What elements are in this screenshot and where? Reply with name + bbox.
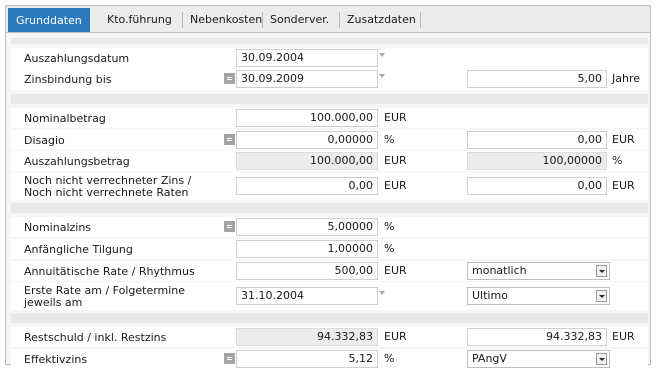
- tab-divider: [420, 12, 421, 28]
- label-noch-nicht-line2: Noch nicht verrechnete Raten: [24, 186, 189, 199]
- row-erste-rate: Erste Rate am / Folgetermine jeweils am …: [11, 282, 648, 310]
- label-tilgung: Anfängliche Tilgung: [24, 243, 133, 256]
- row-zinsbindung: Zinsbindung bis 30.09.2009 5,00 Jahre: [11, 68, 648, 90]
- zinsbindung-years-field[interactable]: 5,00: [467, 70, 607, 88]
- unit-eur: EUR: [612, 330, 635, 343]
- annuitaet-field[interactable]: 500,00: [236, 262, 378, 280]
- tab-zusatzdaten[interactable]: Zusatzdaten: [347, 9, 416, 31]
- unit-eur: EUR: [612, 179, 635, 192]
- label-nominalzins: Nominalzins: [24, 221, 92, 234]
- unit-eur: EUR: [612, 133, 635, 146]
- label-auszahlungsdatum: Auszahlungsdatum: [24, 52, 130, 65]
- calc-icon[interactable]: [224, 221, 235, 232]
- label-nominalbetrag: Nominalbetrag: [24, 112, 106, 125]
- row-auszahlungsbetrag: Auszahlungsbetrag 100.000,00 EUR 100,000…: [11, 151, 648, 171]
- tab-bar: Grunddaten Kto.führung Nebenkosten Sonde…: [5, 5, 651, 33]
- tab-sonderver[interactable]: Sonderver.: [270, 9, 329, 31]
- tilgung-field[interactable]: 1,00000: [236, 240, 378, 258]
- auszahlungsdatum-field[interactable]: 30.09.2004: [236, 49, 378, 67]
- row-restschuld: Restschuld / inkl. Restzins 94.332,83 EU…: [11, 327, 648, 347]
- row-noch-nicht-verrechnet: Noch nicht verrechneter Zins / Noch nich…: [11, 172, 648, 200]
- restschuld-field: 94.332,83: [236, 328, 378, 346]
- section-divider: [11, 38, 648, 44]
- unit-percent: %: [612, 154, 623, 167]
- tab-divider: [262, 12, 263, 28]
- folgetermine-value: Ultimo: [472, 289, 508, 302]
- row-nominalbetrag: Nominalbetrag 100.000,00 EUR: [11, 108, 648, 128]
- section-divider: [11, 94, 648, 104]
- row-annuitaet: Annuitätische Rate / Rhythmus 500,00 EUR…: [11, 261, 648, 281]
- zinsbindung-field[interactable]: 30.09.2009: [236, 70, 378, 88]
- tab-grunddaten[interactable]: Grunddaten: [8, 8, 90, 33]
- erste-rate-field[interactable]: 31.10.2004: [236, 287, 378, 305]
- unit-eur: EUR: [384, 154, 407, 167]
- unit-percent: %: [384, 242, 395, 255]
- date-dropdown-icon[interactable]: [379, 74, 385, 78]
- tab-divider: [182, 12, 183, 28]
- chevron-down-icon[interactable]: [596, 265, 607, 277]
- rhythmus-select[interactable]: monatlich: [467, 262, 610, 280]
- chevron-down-icon[interactable]: [596, 290, 607, 302]
- auszahlungsbetrag-pct-field: 100,00000: [467, 152, 607, 170]
- unit-percent: %: [384, 133, 395, 146]
- label-auszahlungsbetrag: Auszahlungsbetrag: [24, 155, 130, 168]
- label-restschuld: Restschuld / inkl. Restzins: [24, 331, 167, 344]
- unit-jahre: Jahre: [612, 72, 641, 85]
- section-divider: [11, 203, 648, 213]
- effektivzins-method-select[interactable]: PAngV: [467, 350, 610, 368]
- tab-nebenkosten[interactable]: Nebenkosten: [190, 9, 262, 31]
- tab-kto-fuehrung[interactable]: Kto.führung: [107, 9, 172, 31]
- rhythmus-value: monatlich: [472, 264, 527, 277]
- unit-eur: EUR: [384, 111, 407, 124]
- folgetermine-select[interactable]: Ultimo: [467, 287, 610, 305]
- unit-eur: EUR: [384, 330, 407, 343]
- calc-icon[interactable]: [224, 134, 235, 145]
- restschuld-inkl-field[interactable]: 94.332,83: [467, 328, 607, 346]
- noch-nicht-zins-field[interactable]: 0,00: [236, 177, 378, 195]
- auszahlungsbetrag-field: 100.000,00: [236, 152, 378, 170]
- date-dropdown-icon[interactable]: [379, 53, 385, 57]
- row-tilgung: Anfängliche Tilgung 1,00000 %: [11, 239, 648, 259]
- unit-percent: %: [384, 352, 395, 365]
- nominalbetrag-field[interactable]: 100.000,00: [236, 109, 378, 127]
- unit-eur: EUR: [384, 264, 407, 277]
- noch-nicht-raten-field[interactable]: 0,00: [467, 177, 607, 195]
- chevron-down-icon[interactable]: [596, 353, 607, 365]
- label-zinsbindung: Zinsbindung bis: [24, 73, 112, 86]
- disagio-amount-field[interactable]: 0,00: [467, 131, 607, 149]
- row-auszahlungsdatum: Auszahlungsdatum 30.09.2004: [11, 48, 648, 68]
- disagio-pct-field[interactable]: 0,00000: [236, 131, 378, 149]
- row-effektivzins: Effektivzins 5,12 % PAngV: [11, 349, 648, 369]
- loan-form-window: Grunddaten Kto.führung Nebenkosten Sonde…: [0, 0, 657, 369]
- label-disagio: Disagio: [24, 134, 65, 147]
- nominalzins-field[interactable]: 5,00000: [236, 218, 378, 236]
- date-dropdown-icon[interactable]: [379, 291, 385, 295]
- calc-icon[interactable]: [224, 73, 235, 84]
- unit-percent: %: [384, 220, 395, 233]
- effektivzins-field[interactable]: 5,12: [236, 350, 378, 368]
- tab-divider: [339, 12, 340, 28]
- unit-eur: EUR: [384, 179, 407, 192]
- label-effektivzins: Effektivzins: [24, 353, 88, 366]
- calc-icon[interactable]: [224, 353, 235, 364]
- row-nominalzins: Nominalzins 5,00000 %: [11, 217, 648, 237]
- effektivzins-method-value: PAngV: [472, 352, 507, 365]
- row-disagio: Disagio 0,00000 % 0,00 EUR: [11, 130, 648, 150]
- section-divider: [11, 313, 648, 323]
- label-annuitaet: Annuitätische Rate / Rhythmus: [24, 265, 195, 278]
- label-erste-rate-line2: jeweils am: [24, 296, 83, 309]
